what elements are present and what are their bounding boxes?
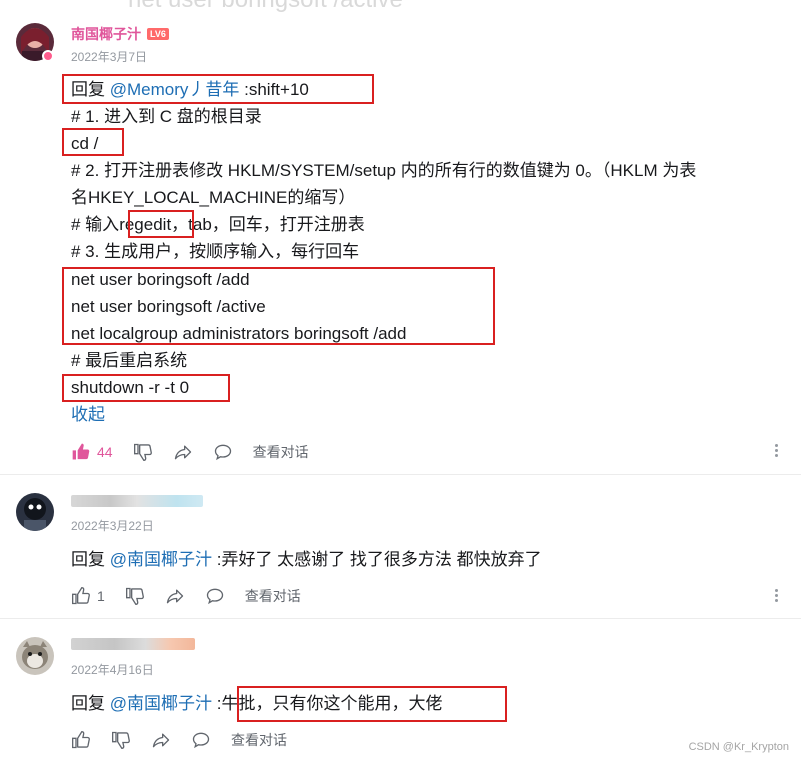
comment-actions: 查看对话 <box>71 729 287 751</box>
highlight-box <box>62 74 374 104</box>
share-button[interactable] <box>151 730 171 750</box>
avatar[interactable] <box>16 493 54 531</box>
watermark: CSDN @Kr_Krypton <box>688 741 789 753</box>
highlight-box <box>237 686 507 722</box>
highlight-box <box>62 374 230 402</box>
share-icon <box>174 445 191 460</box>
comment-date: 2022年4月16日 <box>71 663 154 677</box>
like-count: 1 <box>97 588 105 604</box>
mention-link[interactable]: @南国椰子汁 <box>110 550 212 569</box>
mention-link[interactable]: @南国椰子汁 <box>110 694 212 713</box>
divider <box>0 474 801 475</box>
reply-bubble-icon <box>192 732 210 749</box>
verified-badge-icon <box>42 50 54 62</box>
share-icon <box>166 589 183 604</box>
reply-prefix: 回复 <box>71 694 105 713</box>
comment-date: 2022年3月22日 <box>71 519 154 533</box>
share-button[interactable] <box>173 442 193 462</box>
like-count: 44 <box>97 444 113 460</box>
reply-prefix: 回复 <box>71 550 105 569</box>
username[interactable]: 南国椰子汁 LV6 <box>71 24 169 44</box>
reply-button[interactable] <box>213 442 233 462</box>
comment-line: # 最后重启系统 <box>71 351 188 370</box>
thumbs-down-icon <box>112 731 130 750</box>
view-dialog-link[interactable]: 查看对话 <box>231 730 287 750</box>
comment-actions: 1 查看对话 <box>71 585 301 607</box>
comment-line: # 3. 生成用户，按顺序输入，每行回车 <box>71 242 360 261</box>
reply-button[interactable] <box>205 586 225 606</box>
reply-button[interactable] <box>191 730 211 750</box>
comment-line: # 输入regedit，tab，回车，打开注册表 <box>71 215 365 235</box>
like-button[interactable] <box>71 730 91 750</box>
highlight-box <box>128 210 194 238</box>
divider <box>0 618 801 619</box>
dislike-button[interactable] <box>133 442 153 462</box>
level-badge: LV6 <box>147 28 169 40</box>
username-text[interactable]: 南国椰子汁 <box>71 26 141 42</box>
comment-text: # 输入 <box>71 215 120 234</box>
view-dialog-link[interactable]: 查看对话 <box>245 586 301 606</box>
comment-actions: 44 查看对话 <box>71 441 309 463</box>
share-button[interactable] <box>165 586 185 606</box>
highlight-box <box>62 128 124 156</box>
reply-bubble-icon <box>214 444 231 461</box>
blurred-username <box>71 495 203 507</box>
like-button[interactable]: 1 <box>71 586 105 606</box>
comment-text: :弄好了 太感谢了 找了很多方法 都快放弃了 <box>216 550 542 569</box>
comment-line: # 1. 进入到 C 盘的根目录 <box>71 107 262 126</box>
collapse-link[interactable]: 收起 <box>71 405 105 425</box>
share-icon <box>152 733 170 748</box>
comment-text: ，tab，回车，打开注册表 <box>171 215 365 234</box>
thumbs-down-icon <box>133 443 152 462</box>
like-button[interactable]: 44 <box>71 442 113 462</box>
comment-line: # 2. 打开注册表修改 HKLM/SYSTEM/setup 内的所有行的数值键… <box>71 161 697 180</box>
avatar[interactable] <box>16 637 54 675</box>
comment-line: 名HKEY_LOCAL_MACHINE的缩写） <box>71 188 356 207</box>
more-vertical-icon[interactable] <box>775 587 779 604</box>
thumbs-up-icon <box>72 443 90 460</box>
highlight-box <box>62 267 495 345</box>
view-dialog-link[interactable]: 查看对话 <box>253 442 309 462</box>
thumbs-up-icon <box>72 586 90 605</box>
thumbs-down-icon <box>125 587 144 606</box>
comment-line: 回复 @南国椰子汁 :弄好了 太感谢了 找了很多方法 都快放弃了 <box>71 550 542 570</box>
more-vertical-icon[interactable] <box>775 442 779 459</box>
reply-bubble-icon <box>206 588 223 605</box>
comment-date: 2022年3月7日 <box>71 50 148 64</box>
blurred-username <box>71 638 195 650</box>
dislike-button[interactable] <box>125 586 145 606</box>
comment-1: 南国椰子汁 LV6 2022年3月7日 回复 @Memory丿昔年 :shift+… <box>0 0 801 470</box>
dislike-button[interactable] <box>111 730 131 750</box>
thumbs-up-icon <box>72 730 90 749</box>
